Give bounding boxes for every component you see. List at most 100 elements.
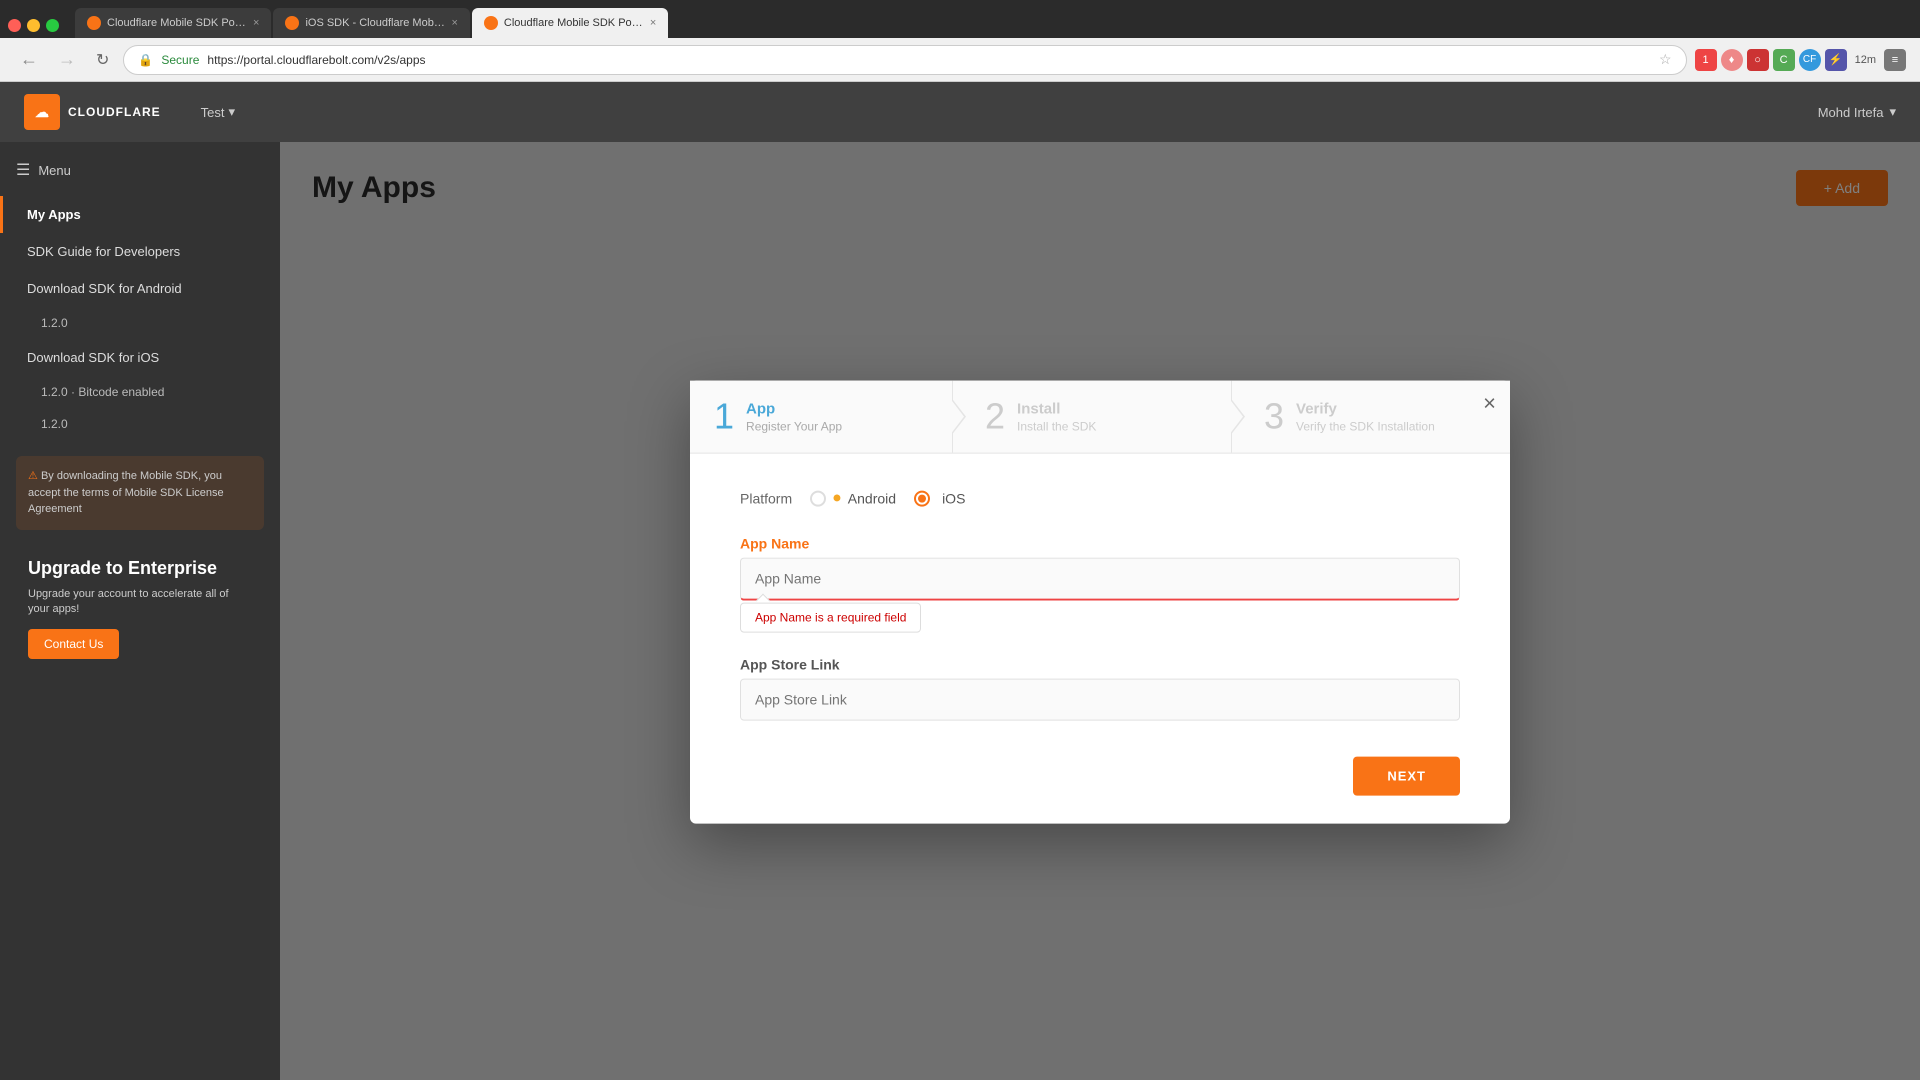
tab3-label: Cloudflare Mobile SDK Portal (504, 17, 644, 29)
menu-icon: ☰ (16, 160, 30, 180)
step3-number: 3 (1264, 399, 1284, 435)
cf-logo-text: CLOUDFLARE (68, 105, 161, 119)
tab3-close[interactable]: × (650, 17, 656, 29)
refresh-button[interactable]: ↻ (90, 46, 115, 74)
tab3-favicon (484, 16, 498, 30)
sidebar-item-download-ios[interactable]: Download SDK for iOS (0, 339, 280, 376)
step2-number: 2 (985, 399, 1005, 435)
step1-number: 1 (714, 399, 734, 435)
window-controls (8, 19, 59, 32)
browser-chrome: Cloudflare Mobile SDK Portal × iOS SDK -… (0, 0, 1920, 82)
close-btn[interactable] (8, 19, 21, 32)
tab1-label: Cloudflare Mobile SDK Portal (107, 17, 247, 29)
android-radio-option[interactable]: ● Android (810, 490, 896, 508)
step1-info: App Register Your App (746, 400, 842, 433)
sidebar-notice: ⚠ By downloading the Mobile SDK, you acc… (16, 456, 264, 530)
address-bar[interactable]: 🔒 Secure https://portal.cloudflarebolt.c… (123, 45, 1686, 75)
forward-button[interactable]: → (52, 45, 82, 74)
ext-4[interactable]: C (1773, 49, 1795, 71)
ext-7[interactable]: ≡ (1884, 49, 1906, 71)
nav-org-arrow: ▾ (229, 104, 236, 120)
android-radio-button[interactable] (810, 491, 826, 507)
step-3: 3 Verify Verify the SDK Installation (1232, 381, 1510, 453)
cf-main: My Apps + Add × 1 (280, 142, 1920, 1080)
browser-window: Cloudflare Mobile SDK Portal × iOS SDK -… (0, 0, 1920, 1080)
browser-tab-2[interactable]: iOS SDK - Cloudflare Mobile S... × (273, 8, 469, 38)
app-name-error-tooltip: App Name is a required field (740, 603, 921, 633)
ios-radio-button[interactable] (914, 491, 930, 507)
app-store-label: App Store Link (740, 657, 1460, 673)
modal-dialog: × 1 App Register Your App (690, 381, 1510, 824)
next-button[interactable]: NEXT (1353, 757, 1460, 796)
notice-text: By downloading the Mobile SDK, you accep… (28, 470, 224, 515)
app-store-field-group: App Store Link (740, 657, 1460, 721)
platform-label: Platform (740, 491, 792, 507)
cf-logo-icon: ☁ (24, 94, 60, 130)
upgrade-desc: Upgrade your account to accelerate all o… (28, 587, 252, 618)
notice-icon: ⚠ (28, 470, 38, 482)
android-label: Android (848, 491, 896, 507)
nav-user[interactable]: Mohd Irtefa ▾ (1818, 104, 1896, 120)
step2-title: Install (1017, 400, 1096, 417)
ext-time: 12m (1851, 54, 1880, 66)
sidebar-item-ios-version[interactable]: 1.2.0 (0, 408, 280, 440)
minimize-btn[interactable] (27, 19, 40, 32)
modal-body: Platform ● Android (690, 454, 1510, 741)
maximize-btn[interactable] (46, 19, 59, 32)
sidebar-item-download-android[interactable]: Download SDK for Android (0, 270, 280, 307)
ext-1[interactable]: 1 (1695, 49, 1717, 71)
tab2-label: iOS SDK - Cloudflare Mobile S... (305, 17, 445, 29)
sidebar-item-myapps[interactable]: My Apps (0, 196, 280, 233)
step3-title: Verify (1296, 400, 1435, 417)
browser-tabs-bar: Cloudflare Mobile SDK Portal × iOS SDK -… (0, 0, 1920, 38)
menu-label: Menu (38, 163, 71, 178)
ext-6[interactable]: ⚡ (1825, 49, 1847, 71)
sidebar-upgrade-section: Upgrade to Enterprise Upgrade your accou… (16, 546, 264, 672)
sidebar-item-android-version[interactable]: 1.2.0 (0, 307, 280, 339)
nav-org[interactable]: Test ▾ (201, 104, 235, 120)
browser-toolbar: ← → ↻ 🔒 Secure https://portal.cloudflare… (0, 38, 1920, 82)
platform-row: Platform ● Android (740, 490, 1460, 508)
android-icon: ● (832, 490, 842, 508)
error-message: App Name is a required field (740, 603, 921, 633)
tab2-close[interactable]: × (451, 17, 457, 29)
ext-2[interactable]: ♦ (1721, 49, 1743, 71)
modal-footer: NEXT (690, 741, 1510, 824)
ios-label: iOS (942, 491, 965, 507)
upgrade-button[interactable]: Contact Us (28, 629, 119, 659)
step3-info: Verify Verify the SDK Installation (1296, 400, 1435, 433)
sidebar-item-ios-bitcode[interactable]: 1.2.0 · Bitcode enabled (0, 376, 280, 408)
app-name-input[interactable] (740, 558, 1460, 601)
browser-tab-1[interactable]: Cloudflare Mobile SDK Portal × (75, 8, 271, 38)
step2-subtitle: Install the SDK (1017, 419, 1096, 433)
nav-user-name: Mohd Irtefa (1818, 105, 1884, 120)
cf-sidebar: ☰ Menu My Apps SDK Guide for Developers … (0, 142, 280, 1080)
steps-header: 1 App Register Your App 2 (690, 381, 1510, 454)
step2-info: Install Install the SDK (1017, 400, 1096, 433)
nav-org-name: Test (201, 105, 225, 120)
step-1: 1 App Register Your App (690, 381, 953, 453)
cf-logo: ☁ CLOUDFLARE (24, 94, 161, 130)
back-button[interactable]: ← (14, 45, 44, 74)
ext-5[interactable]: CF (1799, 49, 1821, 71)
app-name-field-group: App Name App Name is a required field (740, 536, 1460, 633)
app-name-label: App Name (740, 536, 1460, 552)
ext-3[interactable]: ○ (1747, 49, 1769, 71)
bookmark-icon[interactable]: ☆ (1659, 51, 1672, 68)
nav-user-arrow: ▾ (1889, 104, 1896, 120)
step3-subtitle: Verify the SDK Installation (1296, 419, 1435, 433)
step1-title: App (746, 400, 842, 417)
app-store-input[interactable] (740, 679, 1460, 721)
sidebar-item-sdk-guide[interactable]: SDK Guide for Developers (0, 233, 280, 270)
step2-arrow-inner (1230, 400, 1243, 434)
sidebar-menu-btn[interactable]: ☰ Menu (0, 152, 280, 188)
ios-radio-option[interactable]: iOS (914, 491, 965, 507)
step1-arrow-inner (951, 400, 964, 434)
browser-tab-3[interactable]: Cloudflare Mobile SDK Portal × (472, 8, 668, 38)
tab1-close[interactable]: × (253, 17, 259, 29)
cf-nav: ☁ CLOUDFLARE Test ▾ Mohd Irtefa ▾ (0, 82, 1920, 142)
secure-icon: 🔒 (138, 53, 153, 67)
upgrade-title: Upgrade to Enterprise (28, 558, 252, 579)
tab1-favicon (87, 16, 101, 30)
modal-close-button[interactable]: × (1483, 393, 1496, 415)
